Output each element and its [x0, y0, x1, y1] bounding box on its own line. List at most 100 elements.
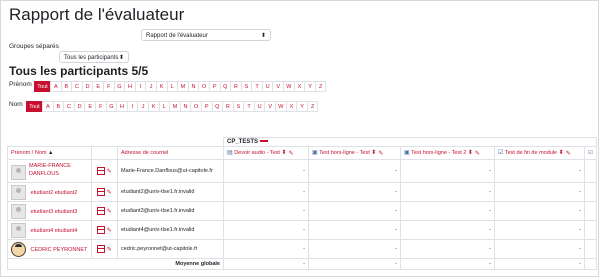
email-column-header[interactable]: Adresse de courriel [117, 146, 224, 160]
edit-pencil-icon[interactable]: ✎ [378, 150, 383, 157]
student-cell[interactable]: etudiant2 etudiant2 [7, 182, 92, 202]
student-name[interactable]: CEDRIC PEYRONNET [31, 246, 88, 252]
student-cell[interactable]: MARIE-FRANCE DANFLOUS [7, 159, 92, 183]
grade-cell[interactable]: - [494, 159, 585, 183]
sort-icon[interactable]: ⬍ [559, 150, 564, 156]
grade-cell[interactable]: - [223, 220, 309, 240]
student-name[interactable]: etudiant3 etudiant3 [31, 208, 78, 214]
offline-assignment-icon: ▣ [404, 150, 410, 157]
category-name: CP_TESTS [227, 139, 259, 145]
report-selector[interactable]: Rapport de l'évaluateur ⬍ [141, 29, 271, 41]
user-report-icon[interactable] [97, 207, 106, 215]
sort-icon[interactable]: ⬍ [468, 150, 473, 156]
avatar [11, 184, 26, 200]
grader-table: CP_TESTS Prénom / Nom ▲ Adresse de courr… [7, 137, 597, 270]
grade-item-label: Devoir audio - Test [234, 150, 280, 157]
grade-item-header[interactable]: ▣ Test hors-ligne - Test 2 ⬍ ✎ [400, 146, 495, 160]
grade-cell[interactable]: - [308, 201, 401, 221]
user-report-icon[interactable] [97, 167, 106, 175]
edit-pencil-icon[interactable]: ✎ [107, 227, 112, 234]
avatar [11, 203, 26, 219]
grade-cell[interactable]: - [308, 182, 401, 202]
email-cell: Marie-France.Danflous@ut-capitole.fr [117, 159, 224, 183]
grade-cell[interactable]: - [400, 159, 495, 183]
avatar [11, 165, 26, 180]
category-header: CP_TESTS [223, 137, 597, 147]
last-name-filter: Tout A B C D E F G H I J K L M N O P Q R… [26, 101, 319, 112]
email-cell: cedric.peyronnet@ut-capitole.fr [117, 239, 224, 259]
avatar [11, 222, 26, 238]
grade-cell[interactable]: - [308, 159, 401, 183]
average-cell: - [223, 258, 309, 270]
edit-pencil-icon[interactable]: ✎ [289, 150, 294, 157]
grade-cell[interactable]: - [400, 220, 495, 240]
grade-cell[interactable]: - [494, 220, 585, 240]
grade-item-label: Test de fin de module [504, 150, 558, 157]
grade-cell[interactable]: - [494, 201, 585, 221]
grade-item-header[interactable]: ☑ Test de fin de module ⬍ ✎ [494, 146, 585, 160]
grade-cell[interactable]: - [400, 201, 495, 221]
sort-icon[interactable]: ⬍ [371, 150, 376, 156]
groups-label: Groupes séparés [9, 43, 59, 50]
filter-all-button[interactable]: Tout [34, 81, 51, 92]
average-cell: - [308, 258, 401, 270]
assignment-icon: ▤ [227, 150, 233, 157]
table-row: etudiant4 etudiant4 ✎ etudiant4@univ-tls… [7, 220, 597, 240]
grade-cell[interactable]: - [494, 182, 585, 202]
email-cell: etudiant4@univ-tlse1.fr.invalid [117, 220, 224, 240]
grade-item-header[interactable]: ▤ Devoir audio - Test ⬍ ✎ [223, 146, 309, 160]
groups-selector[interactable]: Tous les participants ⬍ [59, 51, 129, 63]
edit-pencil-icon[interactable]: ✎ [566, 150, 571, 157]
student-name[interactable]: MARIE-FRANCE DANFLOUS [29, 163, 71, 177]
avatar [11, 241, 26, 257]
name-column-header[interactable]: Prénom / Nom ▲ [7, 146, 92, 160]
table-row: etudiant3 etudiant3 ✎ etudiant3@univ-tls… [7, 201, 597, 221]
user-report-icon[interactable] [97, 188, 106, 196]
grade-cell[interactable]: - [400, 182, 495, 202]
grade-cell[interactable]: - [223, 182, 309, 202]
groups-selector-value: Tous les participants [64, 55, 119, 61]
table-row: MARIE-FRANCE DANFLOUS ✎ Marie-France.Dan… [7, 159, 597, 183]
grade-cell[interactable]: - [494, 239, 585, 259]
report-selector-value: Rapport de l'évaluateur [146, 33, 208, 39]
chevron-updown-icon: ⬍ [118, 55, 124, 61]
grade-item-label: Test hors-ligne - Test 2 [411, 150, 467, 157]
user-report-icon[interactable] [97, 245, 106, 253]
student-name[interactable]: etudiant2 etudiant2 [31, 189, 78, 195]
overall-average-label: Moyenne globale [7, 258, 224, 270]
grade-cell[interactable]: - [223, 201, 309, 221]
grade-item-header[interactable]: ▣ Test hors-ligne - Test ⬍ ✎ [308, 146, 401, 160]
grade-cell[interactable]: - [400, 239, 495, 259]
grade-cell[interactable]: - [223, 239, 309, 259]
quiz-icon: ☑ [498, 150, 504, 157]
grader-table-wrapper: CP_TESTS Prénom / Nom ▲ Adresse de courr… [7, 137, 597, 270]
filter-letter[interactable]: Z [306, 101, 319, 112]
edit-pencil-icon[interactable]: ✎ [107, 246, 112, 253]
student-name[interactable]: etudiant4 etudiant4 [31, 227, 78, 233]
table-row: CEDRIC PEYRONNET ✎ cedric.peyronnet@ut-c… [7, 239, 597, 259]
average-cell: - [400, 258, 495, 270]
grade-cell[interactable]: - [308, 239, 401, 259]
sort-icon[interactable]: ⬍ [282, 150, 287, 156]
last-name-filter-label: Nom [9, 101, 23, 108]
user-report-icon[interactable] [97, 226, 106, 234]
edit-pencil-icon[interactable]: ✎ [475, 150, 480, 157]
edit-pencil-icon[interactable]: ✎ [107, 168, 112, 175]
edit-pencil-icon[interactable]: ✎ [107, 189, 112, 196]
sort-asc-icon[interactable]: ▲ [48, 150, 53, 156]
filter-letter[interactable]: Z [314, 81, 327, 92]
edit-pencil-icon[interactable]: ✎ [107, 208, 112, 215]
grade-cell[interactable]: - [308, 220, 401, 240]
filter-all-button[interactable]: Tout [26, 101, 43, 112]
student-cell[interactable]: CEDRIC PEYRONNET [7, 239, 92, 259]
collapse-bar-icon[interactable] [260, 140, 269, 143]
student-cell[interactable]: etudiant4 etudiant4 [7, 220, 92, 240]
header-row: Prénom / Nom ▲ Adresse de courriel ▤ Dev… [7, 146, 597, 160]
first-name-filter: Tout A B C D E F G H I J K L M N O P Q R… [34, 81, 327, 92]
name-header-label: Prénom / Nom [11, 150, 47, 156]
participants-title: Tous les participants 5/5 [9, 64, 149, 78]
student-cell[interactable]: etudiant3 etudiant3 [7, 201, 92, 221]
grade-cell[interactable]: - [223, 159, 309, 183]
offline-assignment-icon: ▣ [312, 150, 318, 157]
email-cell: etudiant3@univ-tlse1.fr.invalid [117, 201, 224, 221]
